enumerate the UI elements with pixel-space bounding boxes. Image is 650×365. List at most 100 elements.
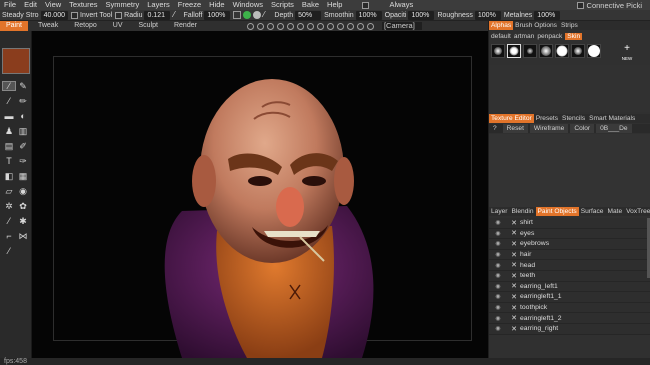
close-icon[interactable]: ✕ [509,314,519,322]
opacity-field[interactable]: 100% [408,10,435,20]
eye-icon[interactable]: ◉ [493,304,503,311]
menu-view[interactable]: View [41,0,65,10]
menu-edit[interactable]: Edit [20,0,41,10]
light-icon[interactable] [296,22,304,30]
tab-voxtree[interactable]: VoxTree [624,207,650,216]
menu-bake[interactable]: Bake [298,0,323,10]
frame-icon[interactable] [276,22,284,30]
invert-tool-checkbox[interactable] [71,11,78,19]
radius-checkbox[interactable] [115,11,123,19]
close-icon[interactable]: ✕ [509,251,519,259]
list-item[interactable]: ◉ ✕ head [489,260,650,271]
tab-uv[interactable]: UV [107,21,129,31]
help-button[interactable]: ? [489,124,501,133]
green-sphere-icon[interactable] [243,11,252,19]
alpha-item[interactable] [523,44,537,58]
pick-icon[interactable] [316,22,324,30]
alpha-set-skin[interactable]: Skin [565,33,583,40]
flower-tool-icon[interactable]: ✿ [16,201,30,211]
list-item[interactable]: ◉ ✕ toothpick [489,302,650,314]
alpha-item[interactable] [507,44,521,58]
measure-tool-icon[interactable]: ⌐ [2,231,16,241]
roughness-field[interactable]: 100% [474,10,501,20]
close-icon[interactable]: ✕ [509,282,519,290]
curve-tool-icon[interactable]: ✐ [16,141,30,151]
opacity-control[interactable]: Opaciti 100% [385,10,435,20]
list-item[interactable]: ◉ ✕ teeth [489,270,650,282]
camera-dropdown[interactable]: [Camera] [381,22,422,30]
metalness-field[interactable]: 100% [534,10,561,20]
close-icon[interactable]: ✕ [509,272,519,280]
alpha-item[interactable] [587,44,601,58]
pan-icon[interactable] [256,22,264,30]
close-icon[interactable]: ✕ [509,304,519,312]
list-item[interactable]: ◉ ✕ earring_left1 [489,281,650,293]
knife-tool-icon[interactable]: ⁄ [2,246,16,256]
perspective-icon[interactable] [286,22,294,30]
tab-texture-editor[interactable]: Texture Editor [489,114,534,123]
eye-icon[interactable]: ◉ [493,251,503,258]
screen-icon[interactable] [366,22,374,30]
eye-icon[interactable]: ◉ [493,272,503,279]
wireframe-button[interactable]: Wireframe [529,124,569,133]
metalness-control[interactable]: Metalnes 100% [504,10,561,20]
eye-icon[interactable]: ◉ [493,315,503,322]
grid-icon[interactable] [233,11,242,19]
menu-freeze[interactable]: Freeze [174,0,205,10]
tab-strips[interactable]: Strips [559,21,580,30]
list-item[interactable]: ◉ ✕ hair [489,249,650,261]
line-tool-icon[interactable]: ✑ [16,156,30,166]
alpha-item[interactable] [491,44,505,58]
close-icon[interactable]: ✕ [509,229,519,237]
alpha-item[interactable] [571,44,585,58]
texture-editor-canvas[interactable] [489,134,650,208]
list-item[interactable]: ◉ ✕ earringleft1_2 [489,313,650,324]
close-icon[interactable]: ✕ [509,261,519,269]
tab-tweak[interactable]: Tweak [32,21,64,31]
tab-layer[interactable]: Layer [489,207,510,216]
tab-blending[interactable]: Blendin [510,207,536,216]
close-icon[interactable]: ✕ [509,240,519,248]
tab-paint[interactable]: Paint [0,21,28,31]
3d-viewport[interactable] [32,31,488,358]
pencil-tool-icon[interactable]: ✏ [16,96,30,106]
alpha-set-default[interactable]: default [491,33,511,40]
menu-help[interactable]: Help [323,0,346,10]
eye-icon[interactable]: ◉ [493,283,503,290]
eye-icon[interactable]: ◉ [493,325,503,332]
eraser-tool-icon[interactable]: ▱ [2,186,16,196]
reset-button[interactable]: Reset [502,124,528,133]
radius-field[interactable]: 0.121 [144,10,171,20]
alpha-item[interactable] [555,44,569,58]
menu-scripts[interactable]: Scripts [267,0,298,10]
tab-stencils[interactable]: Stencils [560,114,587,123]
eye-icon[interactable]: ◉ [493,230,503,237]
alpha-set-penpack[interactable]: penpack [537,33,562,40]
close-icon[interactable]: ✕ [509,219,519,227]
tab-retopo[interactable]: Retopo [68,21,103,31]
stamp-tool-icon[interactable]: ♟ [2,126,16,136]
airbrush-tool-icon[interactable]: ⁄ [2,96,16,106]
falloff-control[interactable]: ⁄ Falloff 100% [173,10,231,20]
pen-tool-icon[interactable]: ✎ [16,81,30,91]
close-icon[interactable]: ✕ [509,293,519,301]
tab-paint-objects[interactable]: Paint Objects [535,207,579,216]
steady-stroke-field[interactable]: 40.000 [40,10,68,20]
tab-render[interactable]: Render [168,21,203,31]
menu-file[interactable]: File [0,0,20,10]
always-dropdown[interactable]: Always [369,0,449,10]
tab-materials[interactable]: Mate [605,207,624,216]
gear-tool-icon[interactable]: ✲ [2,201,16,211]
menu-symmetry[interactable]: Symmetry [102,0,144,10]
connective-checkbox[interactable] [576,1,584,9]
tab-surface[interactable]: Surface [579,207,606,216]
depth-control[interactable]: Depth 50% [274,10,322,20]
radius-control[interactable]: Radiu 0.121 [115,10,171,20]
gray-sphere-icon[interactable] [253,11,262,19]
invert-tool-control[interactable]: Invert Tool [71,10,112,20]
butterfly-tool-icon[interactable]: ⋈ [16,231,30,241]
frame-tool-icon[interactable]: ▦ [16,171,30,181]
shape-tool-icon[interactable]: ◧ [2,171,16,181]
list-item[interactable]: ◉ ✕ earring_right [489,323,650,335]
close-icon[interactable]: ✕ [509,325,519,333]
